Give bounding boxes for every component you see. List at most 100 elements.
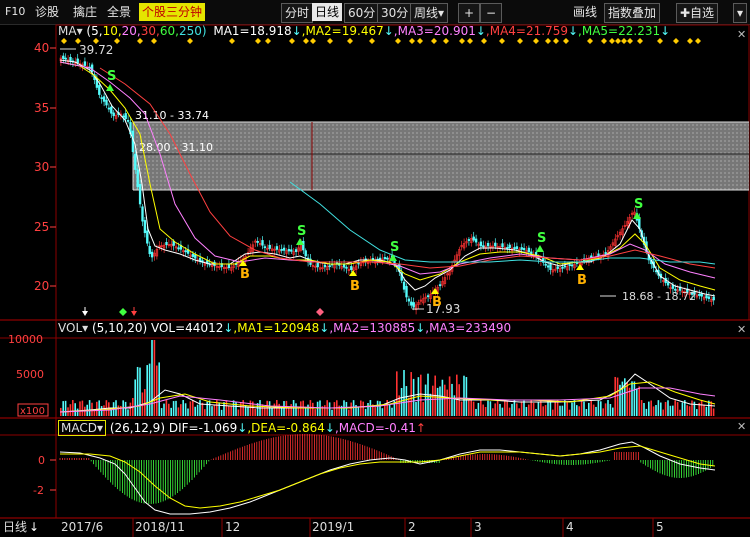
vol-indicator-select[interactable]: VOL▾ xyxy=(58,321,88,335)
volume-bar xyxy=(235,401,237,416)
f10-button[interactable]: F10 xyxy=(2,3,28,21)
tab-weekly[interactable]: 周线▾ xyxy=(410,3,449,23)
volume-bar xyxy=(79,401,81,416)
diagnose-button[interactable]: 诊股 xyxy=(32,3,62,21)
x-tick: 2017/6 xyxy=(61,520,103,534)
volume-bar xyxy=(506,400,508,416)
volume-bar xyxy=(585,409,588,416)
volume-bar xyxy=(667,400,669,416)
candle-body xyxy=(556,266,559,269)
candle-body xyxy=(501,243,504,248)
candle-body xyxy=(98,85,101,95)
volume-bar xyxy=(283,401,285,416)
more-menu-button[interactable]: ▾ xyxy=(733,3,748,23)
volume-bar xyxy=(81,400,84,416)
kline-chart[interactable]: 40 35 30 25 20 31.10 - 33.74 28.00 - 31.… xyxy=(0,24,750,537)
ma-param: 10, xyxy=(102,24,122,38)
ma-indicator-select[interactable]: MA▾ xyxy=(58,24,83,38)
volume-bar xyxy=(607,400,609,416)
volume-bar xyxy=(643,402,645,416)
volume-bar xyxy=(660,402,662,416)
volume-bar xyxy=(396,371,398,416)
volume-bar xyxy=(98,400,100,416)
vol-params: (5,10,20) xyxy=(91,321,148,335)
candle-body xyxy=(705,295,708,299)
candle-body xyxy=(102,96,106,102)
volume-bar xyxy=(540,400,542,416)
tab-daily[interactable]: 日线 xyxy=(312,3,343,21)
macd-y-tick: 0 xyxy=(38,454,45,467)
draw-line-button[interactable]: 画线 xyxy=(570,3,600,21)
candle-body xyxy=(148,245,151,255)
ma-param: 60, xyxy=(159,24,179,38)
down-arrow-icon: ↓ xyxy=(223,321,234,335)
volume-bar xyxy=(494,403,496,416)
macd-value: ,MACD=-0.41 xyxy=(334,421,416,435)
self-select-button[interactable]: ✚自选 xyxy=(676,3,719,23)
volume-bar xyxy=(180,404,182,416)
tab-60min[interactable]: 60分 xyxy=(344,3,380,23)
down-arrow-icon: ↓ xyxy=(319,321,330,335)
volume-bar xyxy=(170,407,172,416)
volume-bar xyxy=(230,405,232,416)
ma5-value: ,MA5=22.231 xyxy=(578,24,661,38)
candle-body xyxy=(90,64,94,73)
candle-body xyxy=(522,248,526,251)
volume-bar xyxy=(139,367,141,416)
last-range-label: 18.68 - 18.72 xyxy=(622,290,696,303)
overview-button[interactable]: 全景 xyxy=(104,3,134,21)
volume-bar xyxy=(508,407,511,416)
volume-bar xyxy=(204,409,206,416)
signal-diamond xyxy=(695,38,701,44)
panel-close-icons[interactable]: ✕ ✕ ✕ xyxy=(737,28,746,433)
index-overlay-button[interactable]: 指数叠加 xyxy=(604,3,661,23)
volume-bar xyxy=(631,381,633,416)
volume-bar xyxy=(247,406,249,416)
volume-bar xyxy=(496,400,499,416)
volume-bar xyxy=(686,405,688,416)
tab-timeshare[interactable]: 分时 xyxy=(281,3,314,23)
x-tick: 2019/1 xyxy=(312,520,354,534)
volume-bar xyxy=(187,408,189,416)
volume-bar xyxy=(518,408,520,416)
volume-bar xyxy=(367,402,369,416)
candle-body xyxy=(530,251,533,254)
volume-bar xyxy=(220,409,223,416)
volume-bar xyxy=(477,402,480,416)
candle-body xyxy=(136,169,139,188)
zoom-out-button[interactable]: − xyxy=(480,3,502,23)
buy-signal: B xyxy=(350,279,360,294)
volume-bar xyxy=(134,379,136,416)
candle-body xyxy=(568,264,571,266)
candle-body xyxy=(467,239,471,241)
zoom-in-button[interactable]: + xyxy=(458,3,480,23)
volume-bar xyxy=(148,363,151,416)
candle-body xyxy=(280,249,283,251)
volume-bar xyxy=(484,406,487,416)
volume-bar xyxy=(532,402,535,416)
toolbar: F10 诊股 擒庄 全景 个股三分钟 分时 日线 60分 30分 周线▾ + −… xyxy=(0,0,750,25)
volume-bar xyxy=(700,400,703,416)
volume-bar xyxy=(681,402,684,416)
candle-body xyxy=(143,220,147,234)
candle-body xyxy=(83,61,87,66)
volume-bar xyxy=(528,404,530,416)
candle-body xyxy=(328,265,331,268)
tab-30min[interactable]: 30分 xyxy=(377,3,413,23)
volume-bar xyxy=(348,409,350,416)
volume-bar xyxy=(549,402,552,416)
three-minute-button[interactable]: 个股三分钟 xyxy=(139,3,206,21)
vol-y-tick: 10000 xyxy=(8,333,43,346)
volume-bar xyxy=(194,406,196,416)
volume-bar xyxy=(504,400,506,416)
volume-bar xyxy=(432,385,434,416)
volume-bar xyxy=(151,340,153,416)
pick-button[interactable]: 擒庄 xyxy=(70,3,100,21)
macd-indicator-select[interactable]: MACD▾ xyxy=(58,420,106,436)
volume-bar xyxy=(280,407,283,416)
volume-bar xyxy=(165,400,168,416)
buy-signal: B xyxy=(577,273,587,288)
volume-bar xyxy=(501,407,504,416)
volume-bar xyxy=(177,407,180,416)
volume-bar xyxy=(223,402,225,416)
